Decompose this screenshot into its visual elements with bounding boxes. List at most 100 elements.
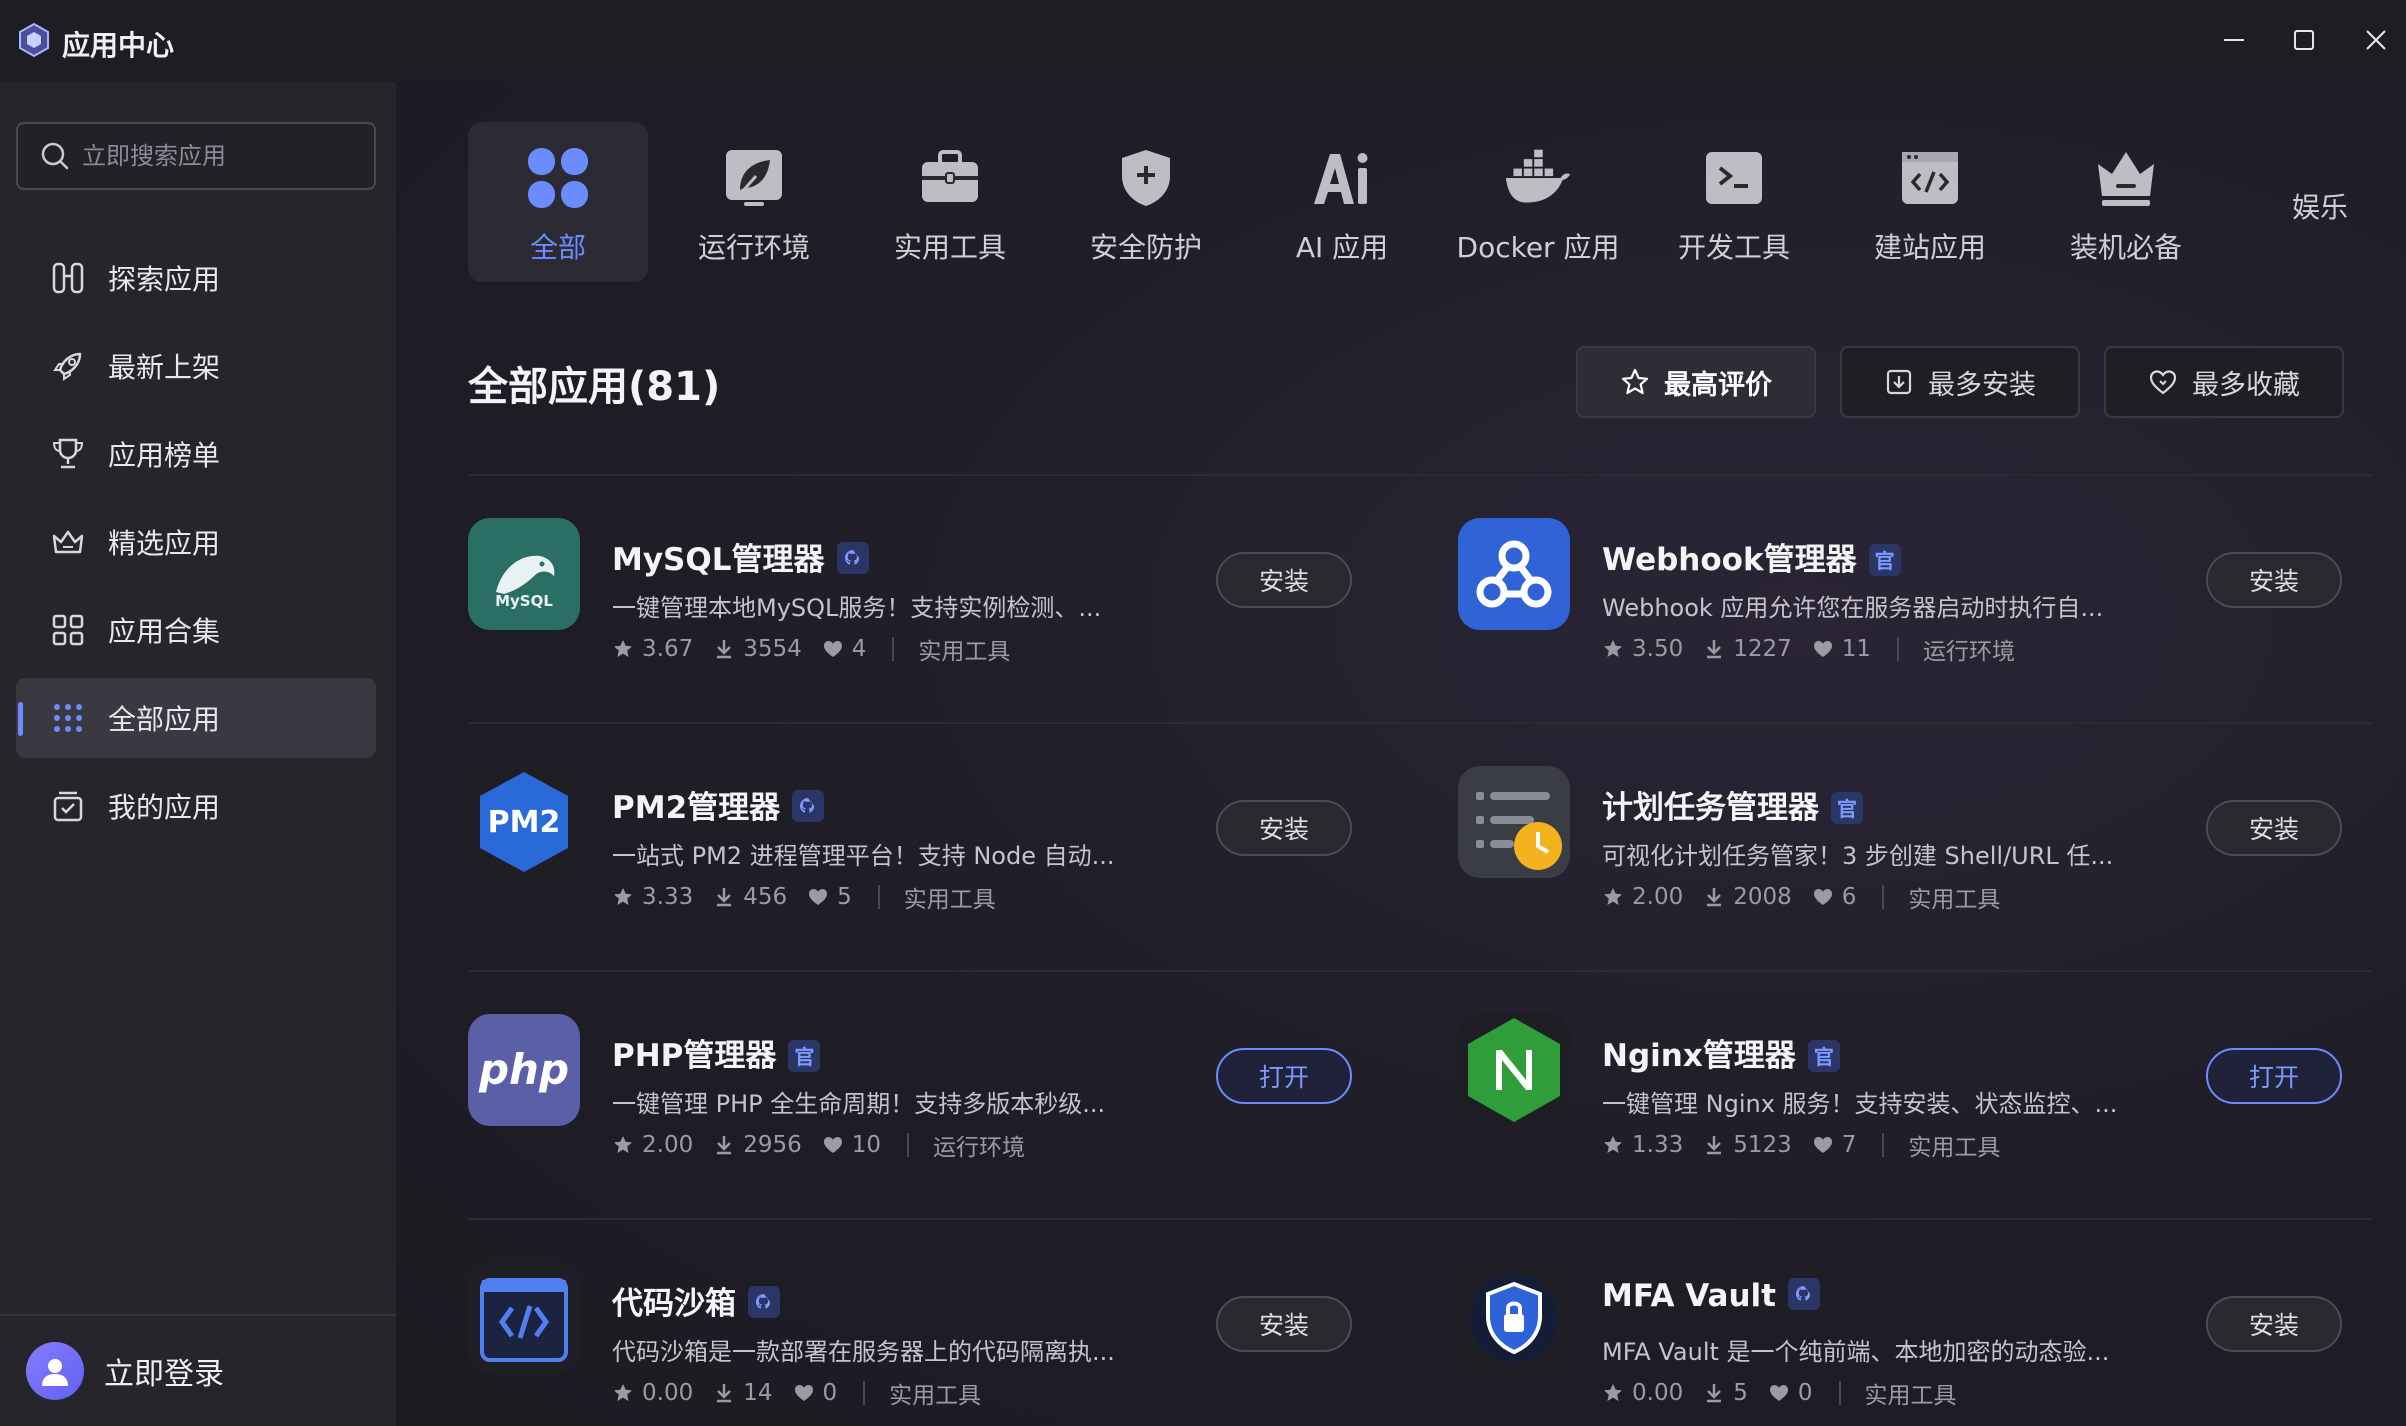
leaf-icon xyxy=(720,144,788,212)
open-button[interactable]: 打开 xyxy=(2206,1048,2342,1104)
app-name-text: PHP管理器 xyxy=(612,1038,777,1074)
my-apps-icon xyxy=(50,788,86,824)
app-card-mysql[interactable]: MySQL MySQL管理器 一键管理本地MySQL服务！支持实例检测、... 3.6… xyxy=(468,480,1368,680)
rating-value: 0.00 xyxy=(642,1380,694,1406)
heart-icon xyxy=(2148,367,2178,397)
category-label: 装机必备 xyxy=(2069,231,2182,264)
login-area[interactable]: 立即登录 xyxy=(0,1314,396,1426)
app-name-text: Webhook管理器 xyxy=(1602,542,1857,578)
sidebar-item-label: 探索应用 xyxy=(108,263,221,296)
install-button[interactable]: 安装 xyxy=(1216,1296,1352,1352)
installs-value: 1227 xyxy=(1733,636,1792,662)
sidebar-item-ranking[interactable]: 应用榜单 xyxy=(16,414,376,494)
pm2-app-icon[interactable]: PM2 xyxy=(468,766,580,878)
app-card-code-sandbox[interactable]: 代码沙箱 代码沙箱是一款部署在服务器上的代码隔离执... 0.00 14 0 实用工具 安装 xyxy=(468,1224,1368,1424)
installs: 1227 xyxy=(1703,636,1792,662)
likes-value: 0 xyxy=(1797,1380,1813,1406)
category-label: AI 应用 xyxy=(1295,231,1389,264)
sidebar-item-all-apps[interactable]: 全部应用 xyxy=(16,678,376,758)
webhook-app-icon[interactable] xyxy=(1458,518,1570,630)
install-button[interactable]: 安装 xyxy=(2206,1296,2342,1352)
php-app-icon[interactable]: php xyxy=(468,1014,580,1126)
category-all[interactable]: 全部 xyxy=(468,122,648,282)
divider xyxy=(468,970,2372,972)
category-security[interactable]: 安全防护 xyxy=(1056,122,1236,282)
category-docker[interactable]: Docker 应用 xyxy=(1448,122,1628,282)
category-utilities[interactable]: 实用工具 xyxy=(860,122,1040,282)
nginx-app-icon[interactable] xyxy=(1458,1014,1570,1126)
app-name-text: 计划任务管理器 xyxy=(1602,790,1819,826)
app-card-php[interactable]: php PHP管理器官一键管理 PHP 全生命周期！支持多版本秒级... 2.00 2… xyxy=(468,976,1368,1176)
avatar[interactable] xyxy=(26,1342,84,1400)
close-button[interactable] xyxy=(2356,20,2396,60)
sidebar-item-explore[interactable]: 探索应用 xyxy=(16,238,376,318)
sidebar: 探索应用 最新上架 应用榜单 精选应用 应用合集 全部应用 我的应用 xyxy=(0,82,396,1426)
category-essentials[interactable]: 装机必备 xyxy=(2036,122,2216,282)
sidebar-item-collections[interactable]: 应用合集 xyxy=(16,590,376,670)
sidebar-item-my-apps[interactable]: 我的应用 xyxy=(16,766,376,846)
meta-divider xyxy=(877,885,880,909)
install-button[interactable]: 安装 xyxy=(2206,800,2342,856)
sort-top-rated-button[interactable]: 最高评价 xyxy=(1576,346,1816,418)
category-label: Docker 应用 xyxy=(1456,231,1620,264)
minimize-button[interactable] xyxy=(2214,20,2254,60)
app-name[interactable]: 代码沙箱 xyxy=(612,1278,780,1323)
window-title: 应用中心 xyxy=(62,29,175,62)
installs-value: 456 xyxy=(743,884,788,910)
sort-label: 最多安装 xyxy=(1928,369,2036,401)
app-name[interactable]: Nginx管理器官 xyxy=(1602,1030,1840,1075)
app-card-mfa-vault[interactable]: MFA Vault MFA Vault 是一个纯前端、本地加密的动态验... 0.0… xyxy=(1458,1224,2358,1424)
sidebar-item-new[interactable]: 最新上架 xyxy=(16,326,376,406)
github-badge xyxy=(836,542,869,574)
app-card-nginx[interactable]: Nginx管理器官一键管理 Nginx 服务！支持安装、状态监控、... 1.33… xyxy=(1458,976,2358,1176)
category-ai[interactable]: AI 应用 xyxy=(1252,122,1432,282)
github-badge xyxy=(792,790,825,822)
sidebar-item-featured[interactable]: 精选应用 xyxy=(16,502,376,582)
category-entertainment[interactable]: 娱乐 xyxy=(2292,186,2348,226)
main-content: 全部 运行环境 实用工具 安全防护 AI 应用 Docker 应用 开发工具 建… xyxy=(396,82,2406,1426)
app-meta: 3.33 456 5 实用工具 xyxy=(612,880,996,914)
github-badge xyxy=(1787,1278,1820,1310)
maximize-button[interactable] xyxy=(2284,20,2324,60)
likes: 10 xyxy=(822,1132,881,1158)
category-label: 安全防护 xyxy=(1089,231,1202,264)
search-input[interactable] xyxy=(82,142,362,170)
sort-label: 最高评价 xyxy=(1664,369,1772,401)
category-runtime[interactable]: 运行环境 xyxy=(664,122,844,282)
svg-text:PM2: PM2 xyxy=(488,805,561,840)
meta-divider xyxy=(1882,1133,1885,1157)
app-name[interactable]: MySQL管理器 xyxy=(612,534,869,579)
app-name[interactable]: PM2管理器 xyxy=(612,782,825,827)
grid-icon xyxy=(50,612,86,648)
rating-value: 1.33 xyxy=(1632,1132,1684,1158)
github-icon xyxy=(1795,1286,1811,1301)
code-sandbox-app-icon[interactable] xyxy=(468,1262,580,1374)
sort-most-installed-button[interactable]: 最多安装 xyxy=(1840,346,2080,418)
app-name[interactable]: MFA Vault xyxy=(1602,1278,1820,1314)
crown-basket-icon xyxy=(50,524,86,560)
app-card-pm2[interactable]: PM2 PM2管理器 一站式 PM2 进程管理平台！支持 Node 自动... 3.3… xyxy=(468,728,1368,928)
category-devtools[interactable]: 开发工具 xyxy=(1644,122,1824,282)
app-name[interactable]: Webhook管理器官 xyxy=(1602,534,1901,579)
likes: 6 xyxy=(1812,884,1856,910)
sort-most-favorited-button[interactable]: 最多收藏 xyxy=(2104,346,2344,418)
app-card-cron[interactable]: 计划任务管理器官可视化计划任务管家！3 步创建 Shell/URL 任... 2.… xyxy=(1458,728,2358,928)
search-box[interactable] xyxy=(16,122,376,190)
star-icon xyxy=(614,1136,632,1153)
app-meta: 1.33 5123 7 实用工具 xyxy=(1602,1128,2000,1162)
cron-app-icon[interactable] xyxy=(1458,766,1570,878)
login-link[interactable]: 立即登录 xyxy=(104,1349,224,1393)
install-button[interactable]: 安装 xyxy=(1216,552,1352,608)
app-name-text: 代码沙箱 xyxy=(612,1286,736,1322)
likes: 7 xyxy=(1812,1132,1856,1158)
mysql-app-icon[interactable]: MySQL xyxy=(468,518,580,630)
mfa-vault-app-icon[interactable] xyxy=(1458,1262,1570,1374)
shield-icon xyxy=(1112,144,1180,212)
open-button[interactable]: 打开 xyxy=(1216,1048,1352,1104)
install-button[interactable]: 安装 xyxy=(1216,800,1352,856)
category-website[interactable]: 建站应用 xyxy=(1840,122,2020,282)
app-name[interactable]: PHP管理器官 xyxy=(612,1030,821,1075)
install-button[interactable]: 安装 xyxy=(2206,552,2342,608)
app-card-webhook[interactable]: Webhook管理器官 Webhook 应用允许您在服务器启动时执行自... 3.5… xyxy=(1458,480,2358,680)
app-name[interactable]: 计划任务管理器官 xyxy=(1602,782,1863,827)
